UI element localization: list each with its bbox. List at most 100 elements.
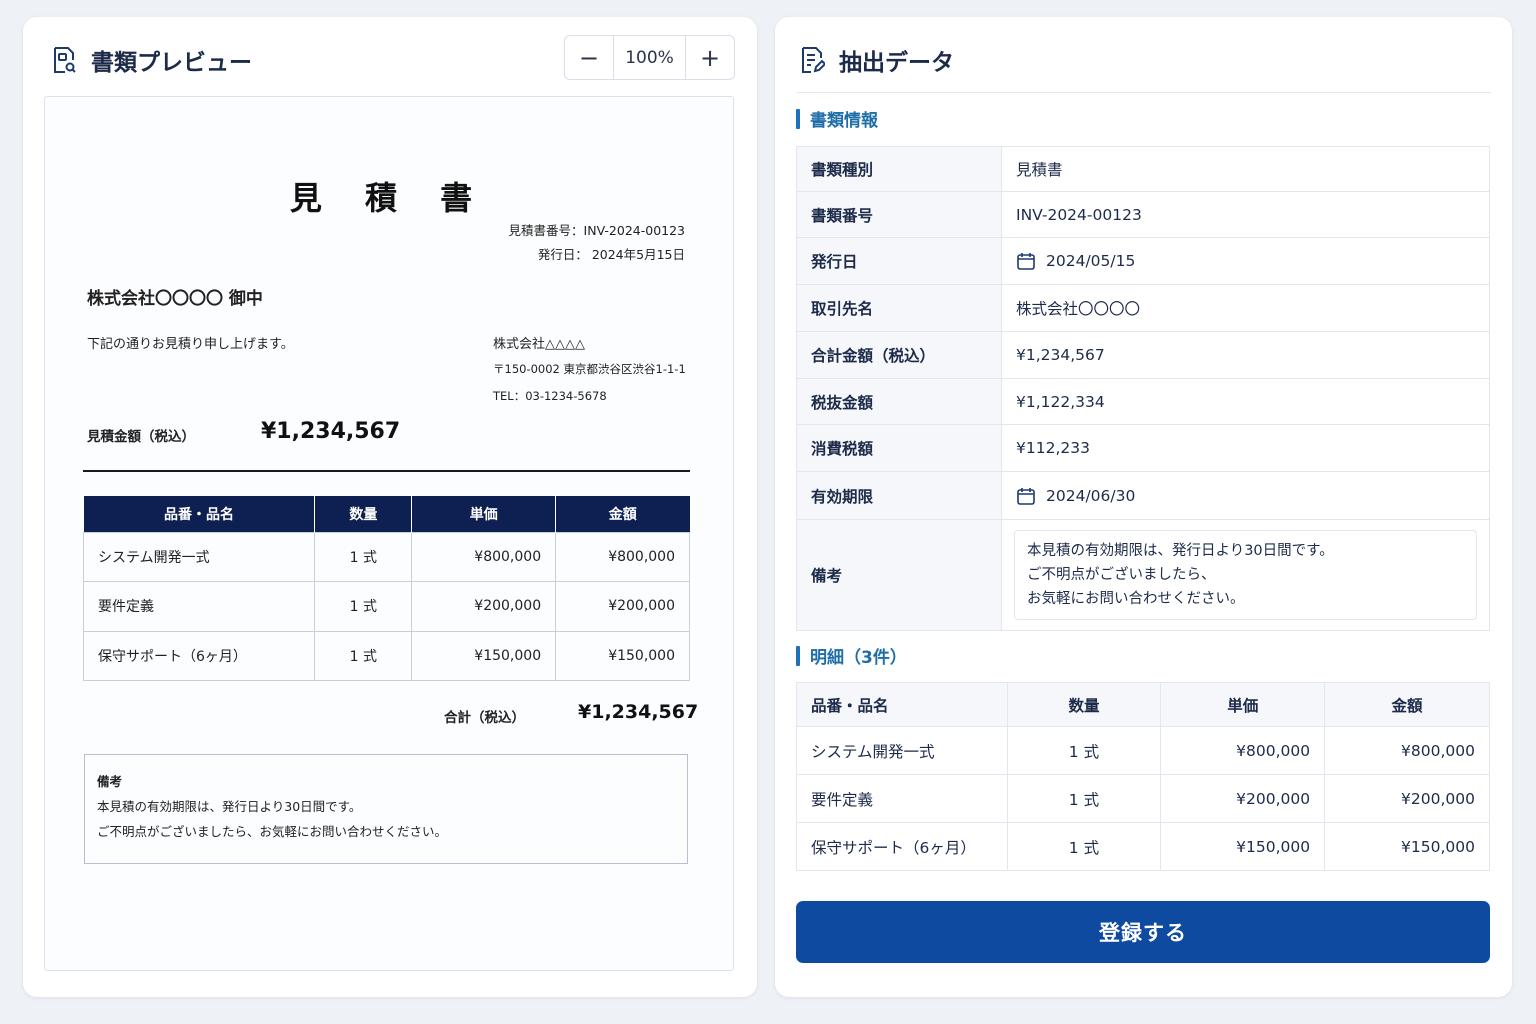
expiry-date-field[interactable]: 2024/06/30: [1001, 471, 1490, 520]
item-name: 要件定義: [82, 581, 316, 632]
col-qty-header: 数量: [314, 496, 413, 532]
field-label: 取引先名: [796, 284, 1002, 332]
total-label: 合計（税込）: [444, 710, 525, 726]
field-label: 発行日: [796, 237, 1002, 285]
remarks-line: ご不明点がございましたら、: [1027, 567, 1216, 583]
notes-title: 備考: [97, 774, 123, 789]
document-items-table: 品番・品名 数量 単価 金額 システム開発一式 1 式 ¥800,000 ¥80…: [82, 496, 690, 681]
preview-panel: 書類プレビュー − 100% + 見 積 書 見積書番号：INV-2024-00…: [23, 17, 757, 997]
document-search-icon: [54, 47, 76, 73]
item-unit-price: ¥150,000: [411, 630, 557, 681]
table-row[interactable]: 要件定義 1 式 ¥200,000 ¥200,000: [796, 774, 1490, 823]
tax-value[interactable]: ¥112,233: [1001, 424, 1490, 472]
doc-number-value[interactable]: INV-2024-00123: [1001, 191, 1490, 238]
field-label: 税抜金額: [796, 378, 1002, 425]
register-button[interactable]: 登録する: [796, 901, 1490, 963]
document-notes: 備考 本見積の有効期限は、発行日より30日間です。 ご不明点がございましたら、お…: [84, 754, 688, 864]
table-row: 要件定義 1 式 ¥200,000 ¥200,000: [82, 581, 690, 632]
document-number: 見積書番号：INV-2024-00123: [508, 223, 685, 238]
items-section-header: 明細（3件）: [796, 643, 907, 668]
zoom-in-button[interactable]: +: [686, 36, 734, 79]
info-section-title: 書類情報: [810, 111, 878, 131]
col-qty-header: 数量: [1006, 682, 1162, 727]
notes-line: 本見積の有効期限は、発行日より30日間です。: [97, 799, 362, 814]
table-row: 保守サポート（6ヶ月） 1 式 ¥150,000 ¥150,000: [82, 630, 690, 681]
document-edit-icon: [802, 47, 825, 73]
total-value-field[interactable]: ¥1,234,567: [1001, 331, 1490, 379]
item-qty[interactable]: 1 式: [1006, 726, 1162, 775]
field-label: 書類種別: [796, 146, 1002, 192]
client-value[interactable]: 株式会社〇〇〇〇: [1001, 284, 1490, 332]
calendar-icon: [1017, 253, 1035, 270]
item-name: システム開発一式: [82, 531, 316, 582]
preview-title: 書類プレビュー: [91, 50, 252, 76]
expiry-date-value: 2024/06/30: [1046, 486, 1136, 505]
item-qty[interactable]: 1 式: [1006, 774, 1162, 823]
field-label: 有効期限: [796, 471, 1002, 520]
item-amount: ¥200,000: [555, 581, 690, 632]
zoom-out-button[interactable]: −: [565, 36, 613, 79]
item-name[interactable]: 要件定義: [796, 774, 1008, 823]
item-name[interactable]: 保守サポート（6ヶ月）: [796, 822, 1008, 871]
remarks-textarea[interactable]: 本見積の有効期限は、発行日より30日間です。 ご不明点がございましたら、 お気軽…: [1014, 530, 1477, 620]
extracted-header: 抽出データ: [799, 43, 954, 77]
document-preview[interactable]: 見 積 書 見積書番号：INV-2024-00123 発行日： 2024年5月1…: [44, 96, 734, 971]
item-unit-price[interactable]: ¥150,000: [1160, 822, 1326, 871]
issuer-tel: TEL：03-1234-5678: [493, 389, 607, 403]
notes-line: ご不明点がございましたら、お気軽にお問い合わせください。: [97, 824, 448, 839]
field-row-subtotal: 税抜金額 ¥1,122,334: [796, 378, 1490, 425]
remarks-cell: 本見積の有効期限は、発行日より30日間です。 ご不明点がございましたら、 お気軽…: [1001, 519, 1490, 631]
col-unit-header: 単価: [411, 496, 557, 532]
extracted-title: 抽出データ: [839, 50, 954, 76]
item-unit-price[interactable]: ¥200,000: [1160, 774, 1326, 823]
document-title: 見 積 書: [289, 179, 489, 217]
item-amount[interactable]: ¥200,000: [1324, 774, 1490, 823]
item-qty: 1 式: [314, 630, 413, 681]
item-name: 保守サポート（6ヶ月）: [82, 630, 316, 681]
field-label: 合計金額（税込）: [796, 331, 1002, 379]
issuer-name: 株式会社△△△△: [493, 337, 585, 352]
item-name[interactable]: システム開発一式: [796, 726, 1008, 775]
item-qty: 1 式: [314, 531, 413, 582]
field-row-remarks: 備考 本見積の有効期限は、発行日より30日間です。 ご不明点がございましたら、 …: [796, 519, 1490, 631]
item-unit-price: ¥200,000: [411, 581, 557, 632]
remarks-line: お気軽にお問い合わせください。: [1027, 591, 1245, 607]
issue-date-field[interactable]: 2024/05/15: [1001, 237, 1490, 285]
section-accent-bar: [796, 108, 800, 129]
item-qty: 1 式: [314, 581, 413, 632]
zoom-level: 100%: [613, 36, 686, 79]
field-label: 消費税額: [796, 424, 1002, 472]
item-unit-price: ¥800,000: [411, 531, 557, 582]
col-name-header: 品番・品名: [83, 496, 316, 532]
items-section-title: 明細（3件）: [810, 648, 907, 668]
divider-line: [83, 470, 690, 472]
item-amount[interactable]: ¥150,000: [1324, 822, 1490, 871]
subtotal-value[interactable]: ¥1,122,334: [1001, 378, 1490, 425]
field-row-issue-date: 発行日 2024/05/15: [796, 237, 1490, 285]
table-row[interactable]: 保守サポート（6ヶ月） 1 式 ¥150,000 ¥150,000: [796, 822, 1490, 871]
document-greeting: 下記の通りお見積り申し上げます。: [87, 337, 294, 352]
section-accent-bar: [796, 645, 800, 666]
amount-value: ¥1,234,567: [261, 419, 401, 444]
zoom-control: − 100% +: [564, 35, 735, 80]
extracted-panel: 抽出データ 書類情報 書類種別 見積書 書類番号 INV-2024-00123 …: [775, 17, 1512, 997]
item-amount[interactable]: ¥800,000: [1324, 726, 1490, 775]
col-amount-header: 金額: [555, 496, 690, 532]
field-label: 備考: [796, 519, 1002, 631]
document-date: 発行日： 2024年5月15日: [537, 247, 685, 262]
item-amount: ¥150,000: [555, 630, 690, 681]
table-header-row: 品番・品名 数量 単価 金額: [83, 496, 690, 532]
col-unit-header: 単価: [1160, 682, 1326, 727]
field-row-expiry: 有効期限 2024/06/30: [796, 471, 1490, 520]
table-row[interactable]: システム開発一式 1 式 ¥800,000 ¥800,000: [796, 726, 1490, 775]
items-header-row: 品番・品名 数量 単価 金額: [796, 682, 1490, 727]
item-amount: ¥800,000: [555, 531, 690, 582]
item-unit-price[interactable]: ¥800,000: [1160, 726, 1326, 775]
table-row: システム開発一式 1 式 ¥800,000 ¥800,000: [82, 531, 690, 582]
item-qty[interactable]: 1 式: [1006, 822, 1162, 871]
items-table: 品番・品名 数量 単価 金額 システム開発一式 1 式 ¥800,000 ¥80…: [796, 682, 1490, 871]
header-divider: [796, 92, 1491, 93]
doc-type-value[interactable]: 見積書: [1001, 146, 1490, 192]
field-label: 書類番号: [796, 191, 1002, 238]
info-section-header: 書類情報: [796, 106, 878, 131]
